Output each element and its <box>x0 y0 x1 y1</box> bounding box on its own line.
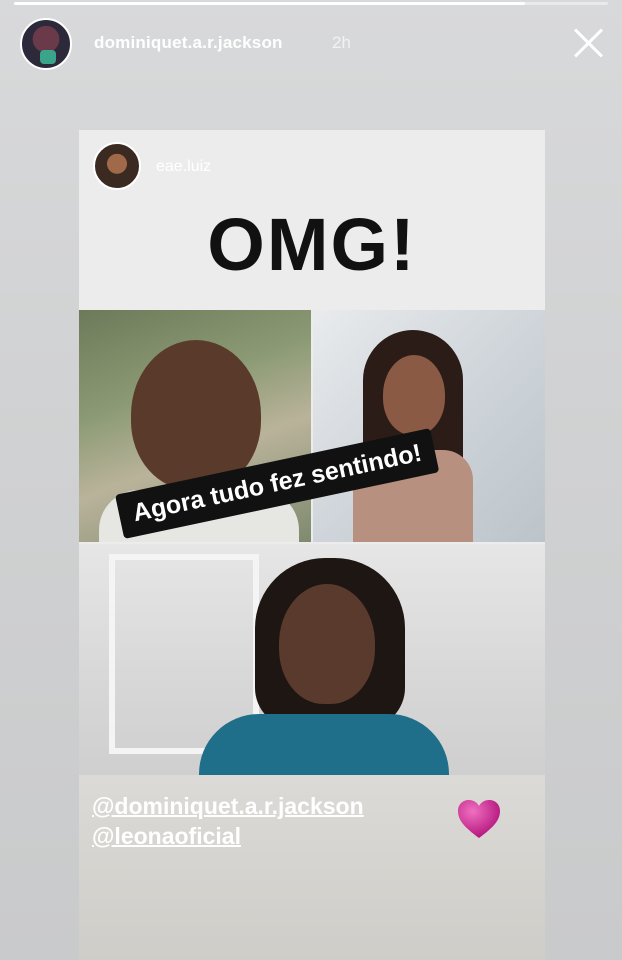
photo-collage <box>79 310 545 775</box>
story-progress-bar <box>14 2 608 5</box>
mention-link[interactable]: @leonaoficial <box>92 823 241 850</box>
story-progress-fill <box>14 2 525 5</box>
avatar[interactable] <box>20 18 72 70</box>
repost-username[interactable]: eae.luiz <box>156 158 211 176</box>
story-header: dominiquet.a.r.jackson 2h <box>20 18 606 72</box>
story-username[interactable]: dominiquet.a.r.jackson <box>94 33 283 53</box>
mention-link[interactable]: @dominiquet.a.r.jackson <box>92 793 364 820</box>
story-time-ago: 2h <box>332 33 351 52</box>
heart-icon <box>458 800 500 838</box>
repost-avatar[interactable] <box>93 142 141 190</box>
photo-woman <box>313 310 545 542</box>
close-icon[interactable] <box>570 24 606 60</box>
headline-text: OMG! <box>207 203 417 286</box>
photo-lady-blue-robe <box>79 544 545 775</box>
